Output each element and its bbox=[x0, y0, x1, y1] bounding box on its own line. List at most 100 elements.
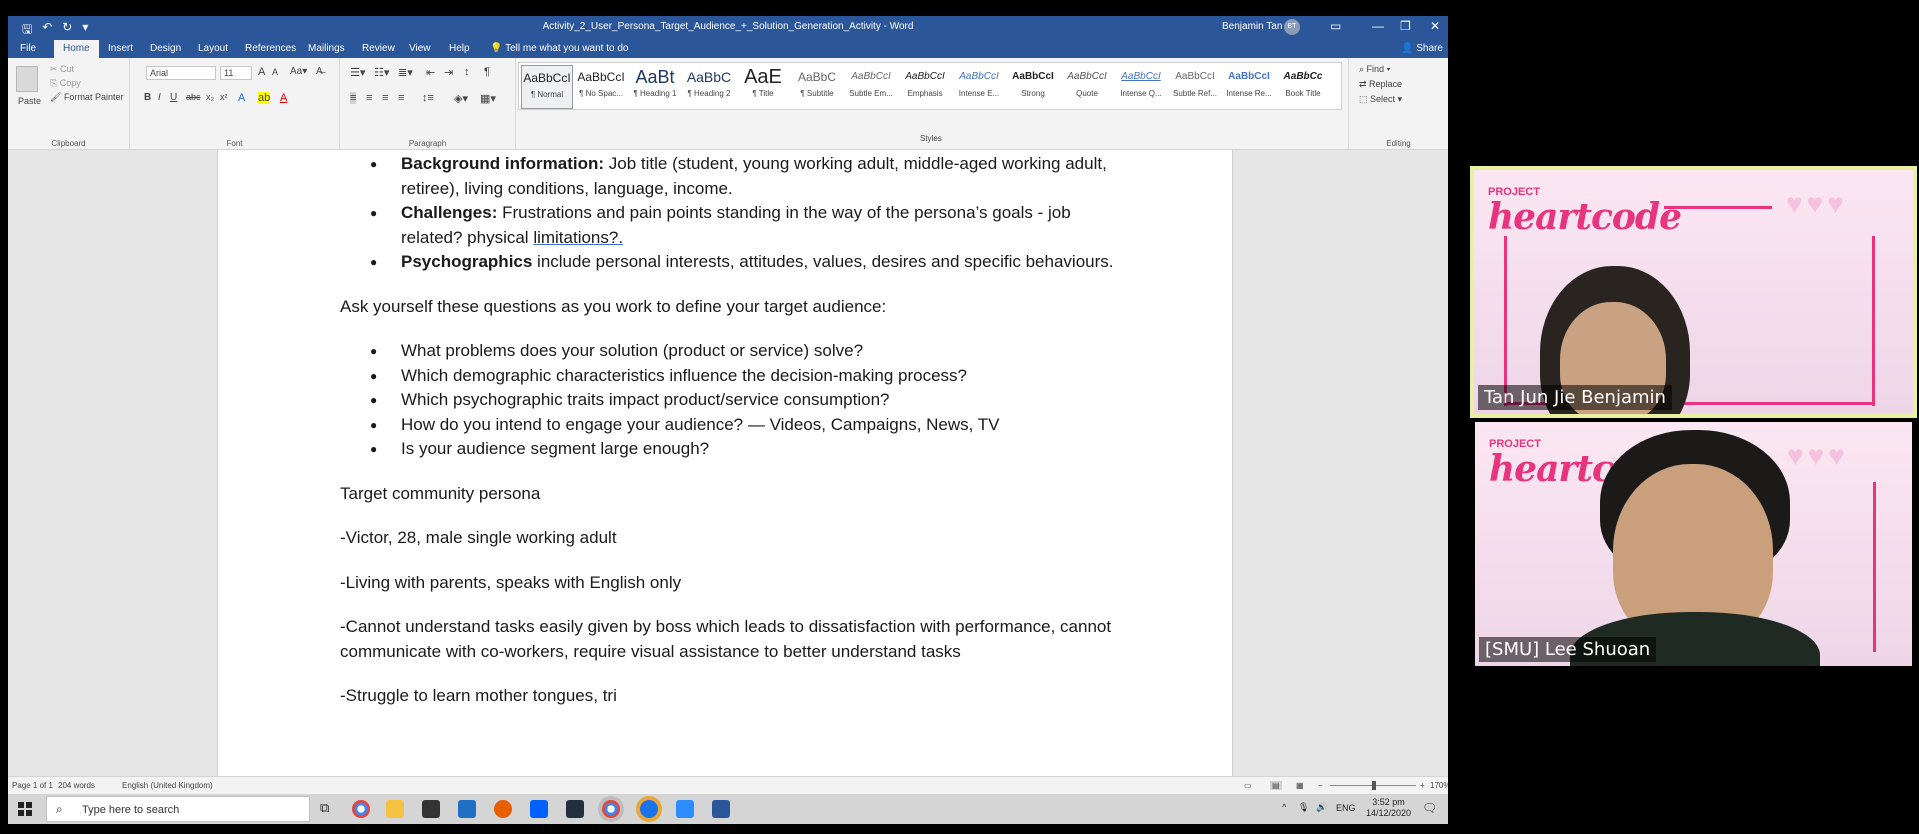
italic-icon[interactable]: I bbox=[158, 92, 161, 103]
language-status[interactable]: English (United Kingdom) bbox=[122, 781, 213, 790]
style-heading-1[interactable]: AaBt ¶ Heading 1 bbox=[629, 65, 681, 109]
tab-view[interactable]: View bbox=[409, 43, 431, 54]
zoom-in-icon[interactable]: + bbox=[1420, 781, 1425, 790]
video-tile[interactable]: PROJECT heartcode ♥♥♥ [SMU] Lee Shuoan bbox=[1475, 422, 1912, 666]
cut-button[interactable]: ✂ Cut bbox=[50, 64, 74, 75]
bullets-icon[interactable]: ☰▾ bbox=[350, 66, 365, 79]
increase-indent-icon[interactable]: ⇥ bbox=[444, 66, 453, 79]
chrome-window-icon[interactable] bbox=[602, 800, 620, 818]
page-count[interactable]: Page 1 of 1 bbox=[12, 781, 53, 790]
document-area[interactable]: Background information: Job title (stude… bbox=[8, 150, 1448, 776]
file-explorer-icon[interactable] bbox=[386, 800, 404, 818]
word-count[interactable]: 204 words bbox=[58, 781, 95, 790]
read-mode-icon[interactable]: ▭ bbox=[1244, 781, 1252, 790]
word-icon[interactable] bbox=[712, 800, 730, 818]
tab-layout[interactable]: Layout bbox=[198, 43, 228, 54]
style-quote[interactable]: AaBbCcI Quote bbox=[1061, 65, 1113, 109]
decrease-indent-icon[interactable]: ⇤ bbox=[426, 66, 435, 79]
style-book-title[interactable]: AaBbCc Book Title bbox=[1277, 65, 1329, 109]
paste-icon[interactable] bbox=[16, 66, 38, 92]
style-intense-emphasis[interactable]: AaBbCcI Intense E... bbox=[953, 65, 1005, 109]
align-left-icon[interactable]: ≡ bbox=[350, 92, 357, 104]
windows-start-icon[interactable] bbox=[18, 802, 32, 816]
style-subtitle[interactable]: AaBbC ¶ Subtitle bbox=[791, 65, 843, 109]
tab-insert[interactable]: Insert bbox=[108, 43, 133, 54]
style-subtle-emphasis[interactable]: AaBbCcI Subtle Em... bbox=[845, 65, 897, 109]
style-intense-reference[interactable]: AaBbCcI Intense Re... bbox=[1223, 65, 1275, 109]
shading-icon[interactable]: ◈▾ bbox=[454, 92, 468, 105]
store-icon[interactable] bbox=[422, 800, 440, 818]
spellcheck-word[interactable]: limitations?. bbox=[533, 228, 623, 247]
ribbon-display-options-icon[interactable]: ▭ bbox=[1330, 19, 1341, 33]
restore-icon[interactable]: ❐ bbox=[1400, 19, 1411, 33]
print-layout-icon[interactable]: ▤ bbox=[1270, 781, 1282, 790]
tab-mailings[interactable]: Mailings bbox=[308, 43, 345, 54]
tab-help[interactable]: Help bbox=[449, 43, 470, 54]
sort-icon[interactable]: ↕ bbox=[464, 66, 470, 78]
shrink-font-icon[interactable]: A bbox=[272, 67, 278, 77]
style-strong[interactable]: AaBbCcI Strong bbox=[1007, 65, 1059, 109]
highlight-icon[interactable]: ab bbox=[258, 92, 271, 104]
style-subtle-reference[interactable]: AaBbCcI Subtle Ref... bbox=[1169, 65, 1221, 109]
meet-icon[interactable] bbox=[640, 800, 658, 818]
tab-file[interactable]: File bbox=[20, 43, 36, 54]
zoom-slider-handle[interactable] bbox=[1372, 781, 1376, 790]
firefox-icon[interactable] bbox=[494, 800, 512, 818]
borders-icon[interactable]: ▦▾ bbox=[480, 92, 496, 105]
chrome-icon[interactable] bbox=[352, 800, 370, 818]
notifications-icon[interactable]: 🗨 bbox=[1422, 801, 1437, 815]
style-heading-2[interactable]: AaBbC ¶ Heading 2 bbox=[683, 65, 735, 109]
font-color-icon[interactable]: A bbox=[280, 92, 287, 104]
minimize-icon[interactable]: — bbox=[1372, 19, 1384, 33]
clear-formatting-icon[interactable]: A̶ bbox=[316, 66, 323, 77]
style-normal[interactable]: AaBbCcI ¶ Normal bbox=[521, 65, 573, 109]
justify-icon[interactable]: ≡ bbox=[398, 92, 404, 104]
multilevel-list-icon[interactable]: ≣▾ bbox=[398, 66, 413, 79]
mail-icon[interactable] bbox=[458, 800, 476, 818]
superscript-icon[interactable]: x² bbox=[220, 92, 228, 102]
web-layout-icon[interactable]: ▦ bbox=[1296, 781, 1304, 790]
text-effects-icon[interactable]: A bbox=[238, 92, 245, 104]
line-spacing-icon[interactable]: ↕≡ bbox=[422, 92, 434, 104]
tab-design[interactable]: Design bbox=[150, 43, 181, 54]
style-title[interactable]: AaE ¶ Title bbox=[737, 65, 789, 109]
zoom-out-icon[interactable]: − bbox=[1318, 781, 1323, 790]
paste-button[interactable]: Paste bbox=[18, 96, 41, 106]
subscript-icon[interactable]: x₂ bbox=[206, 92, 214, 102]
dropbox-icon[interactable] bbox=[530, 800, 548, 818]
document-body[interactable]: Background information: Job title (stude… bbox=[340, 152, 1120, 709]
video-tile[interactable]: PROJECT heartcode ♥♥♥ Tan Jun Jie Benjam… bbox=[1470, 166, 1917, 418]
microphone-icon[interactable]: 🎙 bbox=[1298, 802, 1309, 813]
numbering-icon[interactable]: ☷▾ bbox=[374, 66, 389, 79]
style-no-spacing[interactable]: AaBbCcI ¶ No Spac... bbox=[575, 65, 627, 109]
tab-review[interactable]: Review bbox=[362, 43, 395, 54]
select-button[interactable]: ⬚ Select ▾ bbox=[1359, 94, 1402, 105]
align-right-icon[interactable]: ≡ bbox=[382, 92, 388, 104]
font-size-box[interactable]: 11 bbox=[220, 66, 252, 80]
clock[interactable]: 3:52 pm 14/12/2020 bbox=[1366, 797, 1411, 819]
format-painter-button[interactable]: 🖌 Format Painter bbox=[50, 92, 123, 103]
tab-references[interactable]: References bbox=[245, 43, 296, 54]
underline-icon[interactable]: U bbox=[170, 92, 177, 103]
show-marks-icon[interactable]: ¶ bbox=[484, 66, 490, 78]
taskbar-search-box[interactable]: ⌕ Type here to search bbox=[46, 796, 310, 822]
style-intense-quote[interactable]: AaBbCcI Intense Q... bbox=[1115, 65, 1167, 109]
show-hidden-icons[interactable]: ^ bbox=[1282, 802, 1286, 812]
strikethrough-icon[interactable]: abc bbox=[186, 92, 201, 102]
find-button[interactable]: ⌕ Find ▾ bbox=[1359, 64, 1390, 75]
style-emphasis[interactable]: AaBbCcI Emphasis bbox=[899, 65, 951, 109]
share-button[interactable]: 👤 Share bbox=[1401, 43, 1443, 54]
task-view-icon[interactable]: ⧉ bbox=[320, 800, 338, 818]
align-center-icon[interactable]: ≡ bbox=[366, 92, 372, 104]
bold-icon[interactable]: B bbox=[144, 92, 151, 103]
user-name[interactable]: Benjamin Tan bbox=[1222, 21, 1282, 32]
grow-font-icon[interactable]: A bbox=[258, 66, 265, 78]
change-case-icon[interactable]: Aa▾ bbox=[290, 66, 307, 77]
tab-home[interactable]: Home bbox=[54, 40, 99, 59]
avatar[interactable]: BT bbox=[1284, 19, 1300, 35]
copy-button[interactable]: ⎘ Copy bbox=[50, 78, 81, 89]
document-page[interactable]: Background information: Job title (stude… bbox=[217, 150, 1233, 776]
input-language[interactable]: ENG bbox=[1336, 803, 1356, 813]
replace-button[interactable]: ⇄ Replace bbox=[1359, 79, 1402, 90]
zoom-icon[interactable] bbox=[676, 800, 694, 818]
